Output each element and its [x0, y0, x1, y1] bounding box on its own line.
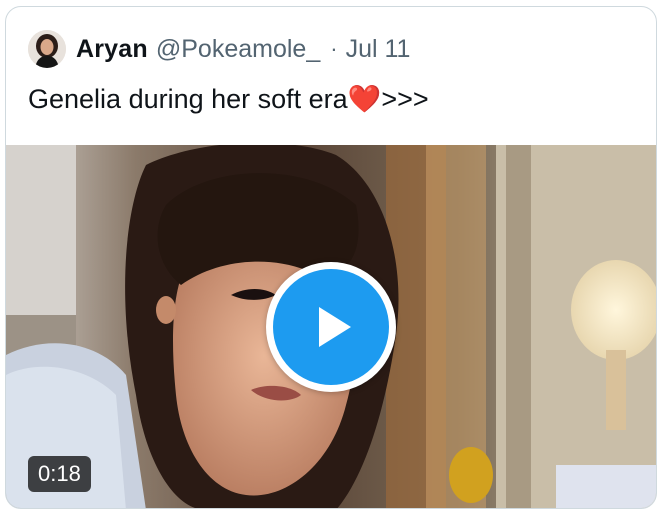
video-duration-badge: 0:18 — [28, 456, 91, 492]
tweet-header: Aryan @Pokeamole_ · Jul 11 — [28, 29, 410, 69]
tweet-text-body: Genelia during her soft era — [28, 84, 348, 114]
tweet-date[interactable]: Jul 11 — [346, 35, 411, 64]
separator-dot: · — [330, 36, 338, 61]
author-name[interactable]: Aryan — [76, 35, 148, 64]
tweet-card[interactable]: Aryan @Pokeamole_ · Jul 11 Genelia durin… — [5, 6, 657, 509]
tweet-text: Genelia during her soft era❤️>>> — [28, 83, 429, 115]
video-player[interactable]: 0:18 — [6, 145, 656, 508]
play-button[interactable] — [266, 262, 396, 392]
avatar[interactable] — [28, 30, 66, 68]
play-icon — [319, 307, 351, 347]
tweet-text-suffix: >>> — [381, 84, 429, 114]
heart-emoji-icon: ❤️ — [347, 84, 382, 115]
play-button-circle — [273, 269, 389, 385]
author-handle[interactable]: @Pokeamole_ — [156, 35, 320, 64]
